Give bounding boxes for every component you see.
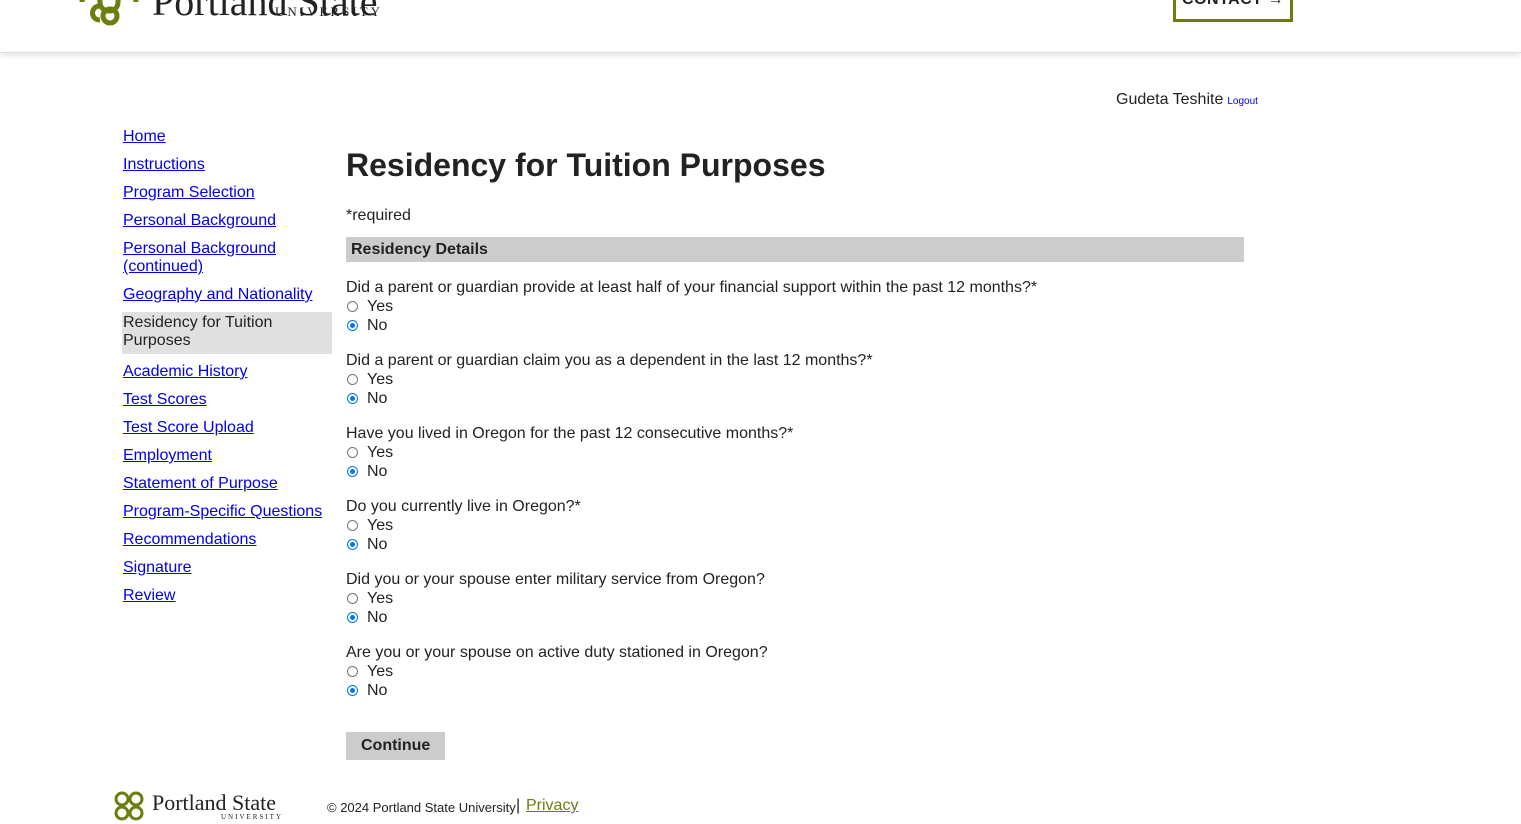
psu-footer-wordmark: Portland State [152,790,277,815]
sidebar-item-test-score-upload[interactable]: Test Score Upload [122,418,332,438]
question-text: Have you lived in Oregon for the past 12… [346,425,794,442]
user-area: Gudeta Teshite Logout [1116,91,1258,109]
sidebar-nav: Home Instructions Program Selection Pers… [122,127,332,614]
option-label: Yes [367,370,394,388]
radio-no-selected[interactable] [347,466,358,477]
sidebar-item-personal-background[interactable]: Personal Background [122,211,332,231]
question-currently-live-oregon: Do you currently live in Oregon?* Yes No [346,497,1244,554]
sidebar-item-geography-nationality[interactable]: Geography and Nationality [122,285,332,305]
sidebar-item-recommendations[interactable]: Recommendations [122,530,332,550]
radio-no-selected[interactable] [347,393,358,404]
radio-no-selected[interactable] [347,539,358,550]
question-active-duty-oregon: Are you or your spouse on active duty st… [346,643,1244,700]
sidebar-item-employment[interactable]: Employment [122,446,332,466]
question-parent-dependent: Did a parent or guardian claim you as a … [346,351,1244,408]
radio-yes[interactable] [347,301,358,312]
sidebar-item-program-selection[interactable]: Program Selection [122,183,332,203]
sidebar-item-review[interactable]: Review [122,586,332,606]
option-yes[interactable]: Yes [346,297,1244,316]
logout-link[interactable]: Logout [1227,96,1258,107]
sidebar-item-statement-of-purpose[interactable]: Statement of Purpose [122,474,332,494]
option-label: No [367,316,388,334]
sidebar-item-instructions[interactable]: Instructions [122,155,332,175]
question-text: Did a parent or guardian claim you as a … [346,352,873,369]
option-label: Yes [367,589,394,607]
radio-yes[interactable] [347,520,358,531]
radio-no-selected[interactable] [347,685,358,696]
option-yes[interactable]: Yes [346,516,1244,535]
psu-footer-logo-icon [114,791,144,821]
option-no[interactable]: No [346,608,1244,627]
option-label: No [367,681,388,699]
option-no[interactable]: No [346,681,1244,700]
option-yes[interactable]: Yes [346,589,1244,608]
question-military-service-oregon: Did you or your spouse enter military se… [346,570,1244,627]
sidebar-item-home[interactable]: Home [122,127,332,147]
section-header: Residency Details [346,237,1244,262]
main-content: Residency for Tuition Purposes *required… [346,146,1244,760]
question-lived-oregon-12-months: Have you lived in Oregon for the past 12… [346,424,1244,481]
radio-yes[interactable] [347,374,358,385]
question-list: Did a parent or guardian provide at leas… [346,278,1244,700]
option-no[interactable]: No [346,389,1244,408]
contact-button[interactable]: CONTACT → [1173,0,1293,22]
option-no[interactable]: No [346,316,1244,335]
question-text: Did you or your spouse enter military se… [346,571,765,588]
radio-no-selected[interactable] [347,320,358,331]
option-no[interactable]: No [346,535,1244,554]
option-label: No [367,535,388,553]
page-title: Residency for Tuition Purposes [346,147,826,183]
radio-yes[interactable] [347,447,358,458]
psu-logo-icon [79,0,139,26]
psu-logo-subtext: UNIVERSITY [275,4,383,19]
question-text: Do you currently live in Oregon?* [346,498,581,515]
footer-separator: | [516,797,521,814]
site-footer: Portland State UNIVERSITY © 2024 Portlan… [0,780,1521,824]
sidebar-item-residency-current: Residency for Tuition Purposes [122,312,332,354]
radio-yes[interactable] [347,593,358,604]
sidebar-item-academic-history[interactable]: Academic History [122,362,332,382]
site-header: Portland State UNIVERSITY CONTACT → [0,0,1521,53]
option-no[interactable]: No [346,462,1244,481]
option-yes[interactable]: Yes [346,443,1244,462]
option-label: No [367,608,388,626]
option-label: Yes [367,662,394,680]
sidebar-item-program-specific-questions[interactable]: Program-Specific Questions [122,502,332,522]
option-label: No [367,389,388,407]
question-parent-financial-support: Did a parent or guardian provide at leas… [346,278,1244,335]
privacy-link[interactable]: Privacy [526,797,578,815]
required-note: *required [346,207,411,224]
sidebar-item-test-scores[interactable]: Test Scores [122,390,332,410]
option-yes[interactable]: Yes [346,662,1244,681]
question-text: Are you or your spouse on active duty st… [346,644,768,661]
option-label: Yes [367,443,394,461]
radio-yes[interactable] [347,666,358,677]
continue-button[interactable]: Continue [346,732,446,760]
radio-no-selected[interactable] [347,612,358,623]
option-label: Yes [367,297,394,315]
user-name: Gudeta Teshite [1116,91,1224,108]
option-label: No [367,462,388,480]
option-label: Yes [367,516,394,534]
psu-footer-subtext: UNIVERSITY [221,813,283,821]
option-yes[interactable]: Yes [346,370,1244,389]
sidebar-item-personal-background-continued[interactable]: Personal Background (continued) [122,239,332,277]
question-text: Did a parent or guardian provide at leas… [346,279,1038,296]
copyright-text: © 2024 Portland State University [327,800,516,815]
sidebar-item-signature[interactable]: Signature [122,558,332,578]
